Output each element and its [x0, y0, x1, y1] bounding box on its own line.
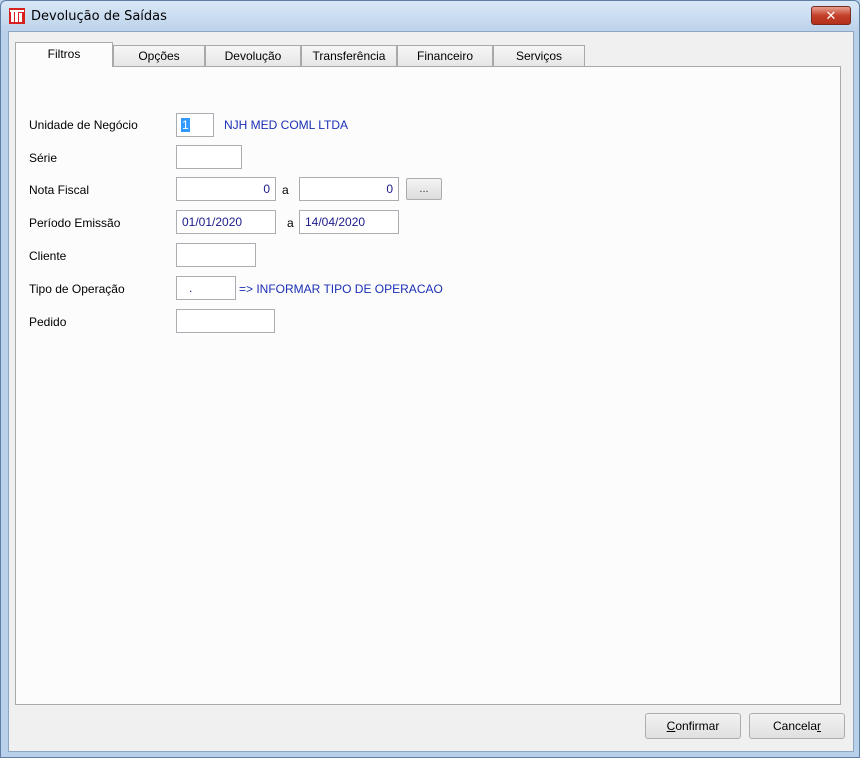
pedido-input[interactable]: [176, 309, 275, 333]
cancel-button[interactable]: Cancela r: [749, 713, 845, 739]
nota-fiscal-sep: a: [282, 183, 289, 197]
nota-fiscal-from-input[interactable]: 0: [176, 177, 276, 201]
cancel-label: Cancela: [772, 719, 818, 733]
confirm-mnemonic: C: [666, 719, 676, 733]
tab-opcoes[interactable]: Opções: [113, 45, 205, 66]
tab-filtros[interactable]: Filtros: [15, 42, 113, 67]
dialog-client-area: Filtros Opções Devolução Transferência F…: [8, 31, 854, 752]
nota-fiscal-lookup-button[interactable]: ...: [406, 178, 442, 200]
close-icon: ✕: [825, 7, 837, 23]
periodo-sep: a: [287, 216, 294, 230]
tipo-operacao-input[interactable]: .: [176, 276, 236, 300]
periodo-emissao-label: Período Emissão: [29, 216, 121, 230]
tipo-operacao-label: Tipo de Operação: [29, 282, 125, 296]
app-logo-icon: [9, 8, 25, 24]
confirm-button[interactable]: Confirmar: [645, 713, 741, 739]
unidade-value: 1: [181, 118, 190, 132]
nota-fiscal-to-input[interactable]: 0: [299, 177, 399, 201]
window-title: Devolução de Saídas: [31, 9, 167, 24]
tab-strip: Filtros Opções Devolução Transferência F…: [15, 42, 595, 67]
tab-financeiro[interactable]: Financeiro: [397, 45, 493, 66]
cancel-mnemonic: r: [817, 719, 822, 733]
pedido-label: Pedido: [29, 315, 67, 329]
title-bar: Devolução de Saídas ✕: [1, 1, 859, 31]
unidade-label: Unidade de Negócio: [29, 118, 138, 132]
nota-fiscal-label: Nota Fiscal: [29, 183, 90, 197]
tab-servicos[interactable]: Serviços: [493, 45, 585, 66]
periodo-from-input[interactable]: 01/01/2020: [176, 210, 276, 234]
tab-devolucao[interactable]: Devolução: [205, 45, 301, 66]
serie-input[interactable]: [176, 145, 242, 169]
unidade-input[interactable]: 1: [176, 113, 214, 137]
tipo-operacao-info: => INFORMAR TIPO DE OPERACAO: [239, 282, 443, 296]
cliente-input[interactable]: [176, 243, 256, 267]
serie-label: Série: [29, 151, 58, 165]
close-button[interactable]: ✕: [811, 6, 851, 25]
dialog-window: Devolução de Saídas ✕ Filtros Opções Dev…: [0, 0, 860, 758]
filtros-panel: Unidade de Negócio 1 NJH MED COML LTDA S…: [15, 66, 841, 705]
periodo-to-input[interactable]: 14/04/2020: [299, 210, 399, 234]
unidade-name: NJH MED COML LTDA: [224, 118, 349, 132]
confirm-label: onfirmar: [675, 719, 720, 733]
tab-transferencia[interactable]: Transferência: [301, 45, 397, 66]
cliente-label: Cliente: [29, 249, 67, 263]
